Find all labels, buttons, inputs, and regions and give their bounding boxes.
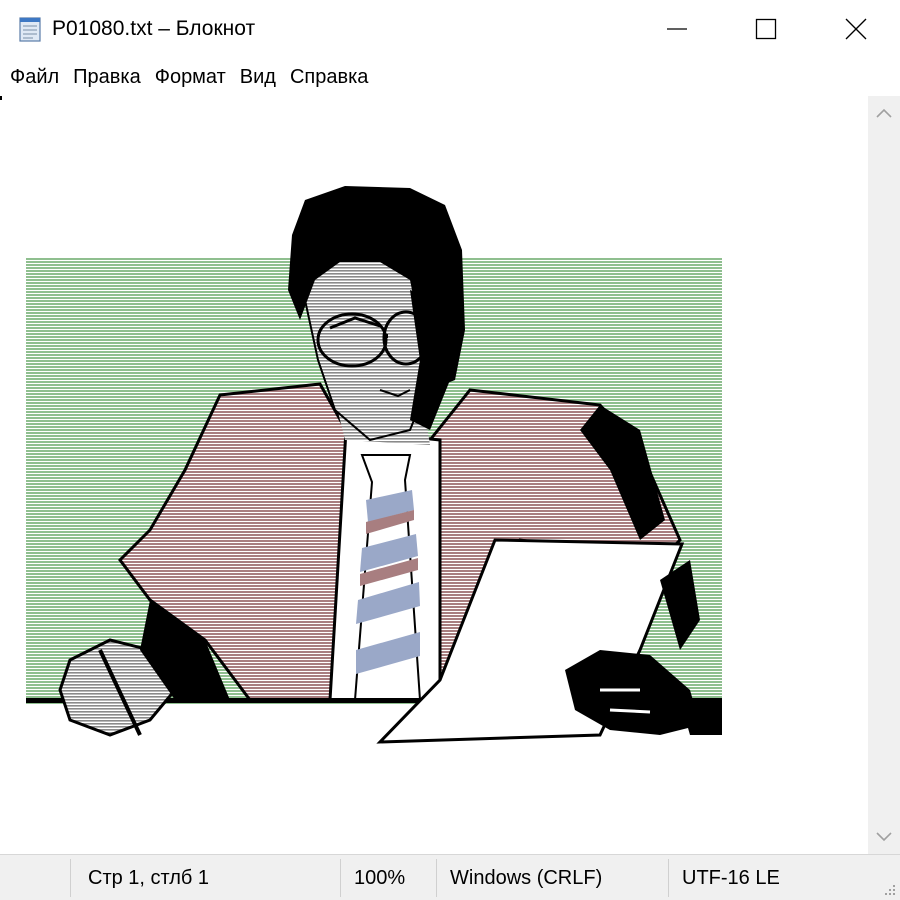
menu-view[interactable]: Вид (233, 65, 283, 89)
status-line-ending: Windows (CRLF) (450, 866, 603, 889)
status-divider (70, 859, 71, 897)
close-icon (845, 18, 867, 40)
close-button[interactable] (811, 0, 900, 58)
chevron-up-icon (876, 108, 892, 118)
menu-bar: Файл Правка Формат Вид Справка (0, 58, 900, 96)
status-divider (668, 859, 669, 897)
title-bar[interactable]: P01080.txt – Блокнот (0, 0, 900, 58)
status-encoding: UTF-16 LE (682, 866, 780, 889)
scroll-down-button[interactable] (868, 820, 900, 854)
status-bar: Стр 1, стлб 1 100% Windows (CRLF) UTF-16… (0, 854, 900, 900)
menu-format[interactable]: Формат (148, 65, 233, 89)
ascii-art-illustration (26, 186, 722, 744)
status-zoom: 100% (354, 866, 406, 889)
resize-grip-icon[interactable] (881, 881, 897, 897)
maximize-icon (755, 18, 777, 40)
minimize-icon (666, 18, 688, 40)
text-caret (0, 96, 2, 100)
text-editor[interactable] (0, 96, 868, 854)
status-divider (340, 859, 341, 897)
status-cursor-position: Стр 1, стлб 1 (88, 866, 210, 889)
window-title: P01080.txt – Блокнот (52, 17, 256, 40)
status-divider (436, 859, 437, 897)
menu-file[interactable]: Файл (3, 65, 66, 89)
chevron-down-icon (876, 832, 892, 842)
menu-edit[interactable]: Правка (66, 65, 148, 89)
minimize-button[interactable] (632, 0, 722, 58)
vertical-scrollbar[interactable] (868, 96, 900, 854)
maximize-button[interactable] (721, 0, 811, 58)
scroll-up-button[interactable] (868, 96, 900, 130)
menu-help[interactable]: Справка (283, 65, 375, 89)
notepad-icon (16, 15, 44, 43)
